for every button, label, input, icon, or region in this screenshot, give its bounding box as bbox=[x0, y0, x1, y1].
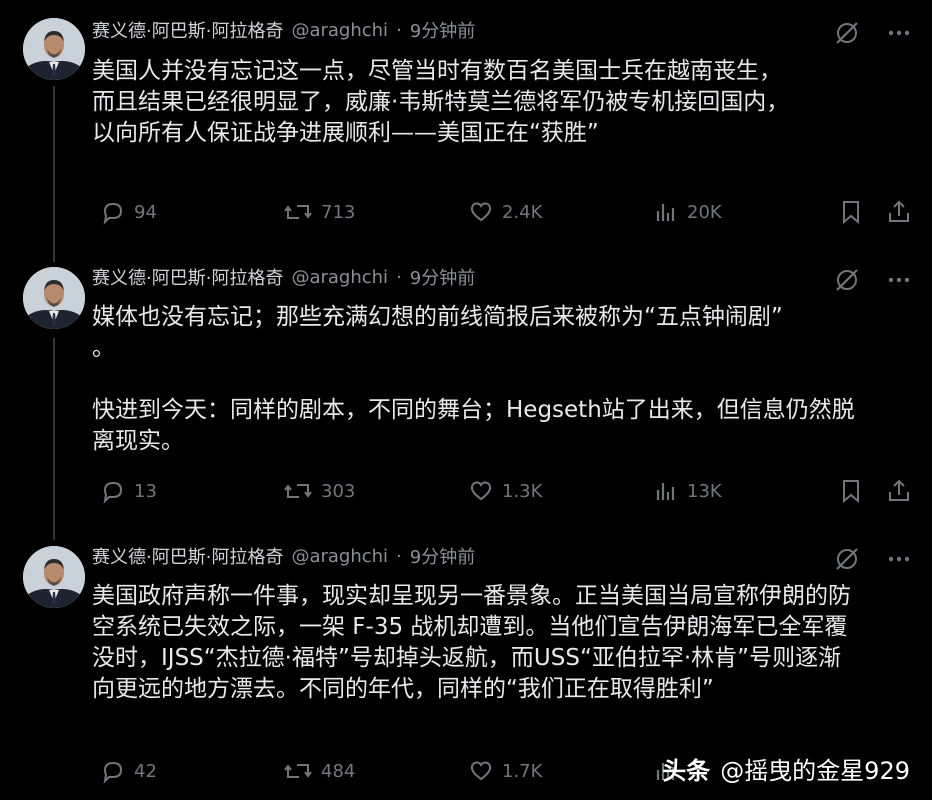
action-bar: 13 303 1.3K 13K bbox=[100, 478, 912, 508]
reply-count: 42 bbox=[134, 760, 157, 782]
tweet-text: 美国人并没有忘记这一点，尽管当时有数百名美国士兵在越南丧生， 而且结果已经很明显… bbox=[92, 58, 790, 146]
bookmark-button[interactable] bbox=[838, 478, 864, 504]
watermark: 头条 @摇曳的金星929 bbox=[662, 751, 910, 786]
more-icon[interactable] bbox=[886, 546, 912, 576]
repost-count: 713 bbox=[321, 201, 356, 223]
like-button[interactable]: 1.3K bbox=[468, 478, 542, 504]
views-button[interactable]: 13K bbox=[653, 478, 722, 504]
repost-count: 484 bbox=[321, 760, 356, 782]
bookmark-icon bbox=[843, 480, 859, 504]
more-icon[interactable] bbox=[886, 20, 912, 50]
like-icon bbox=[470, 202, 492, 222]
like-button[interactable]: 1.7K bbox=[468, 758, 542, 784]
tweet-top-icons bbox=[834, 20, 912, 50]
grok-icon[interactable] bbox=[834, 267, 860, 297]
repost-icon bbox=[284, 205, 312, 219]
watermark-account: @摇曳的金星929 bbox=[720, 757, 910, 785]
like-count: 1.3K bbox=[502, 480, 543, 502]
repost-button[interactable]: 303 bbox=[283, 478, 355, 504]
share-icon bbox=[889, 479, 909, 501]
reply-button[interactable]: 42 bbox=[100, 758, 157, 784]
watermark-brand: 头条 bbox=[662, 757, 711, 785]
like-count: 2.4K bbox=[502, 201, 543, 223]
views-count: 13K bbox=[687, 480, 722, 502]
views-count: 20K bbox=[687, 201, 722, 223]
reply-button[interactable]: 94 bbox=[100, 199, 157, 225]
author-handle[interactable]: @araghchi bbox=[291, 20, 388, 41]
like-icon bbox=[470, 761, 492, 781]
tweet-text: 媒体也没有忘记；那些充满幻想的前线简报后来被称为“五点钟闹剧” 。 快进到今天：… bbox=[92, 304, 855, 454]
tweet-2[interactable]: 赛义德·阿巴斯·阿拉格奇 @araghchi · 9分钟前 媒体也没有忘记；那些… bbox=[0, 262, 932, 540]
repost-button[interactable]: 484 bbox=[283, 758, 355, 784]
separator-dot: · bbox=[396, 545, 402, 567]
timestamp[interactable]: 9分钟前 bbox=[410, 17, 475, 43]
tweet-header: 赛义德·阿巴斯·阿拉格奇 @araghchi · 9分钟前 bbox=[92, 262, 475, 292]
reply-count: 94 bbox=[134, 201, 157, 223]
bookmark-icon bbox=[843, 201, 859, 225]
avatar[interactable] bbox=[23, 267, 85, 329]
separator-dot: · bbox=[396, 266, 402, 288]
avatar[interactable] bbox=[23, 546, 85, 608]
action-bar: 94 713 2.4K 20K bbox=[100, 199, 912, 229]
share-icon bbox=[889, 200, 909, 222]
grok-icon[interactable] bbox=[834, 546, 860, 576]
reply-button[interactable]: 13 bbox=[100, 478, 157, 504]
like-count: 1.7K bbox=[502, 760, 543, 782]
share-button[interactable] bbox=[886, 478, 912, 504]
reply-count: 13 bbox=[134, 480, 157, 502]
tweet-text: 美国政府声称一件事，现实却呈现另一番景象。正当美国当局宣称伊朗的防 空系统已失效… bbox=[92, 583, 851, 702]
repost-icon bbox=[284, 484, 312, 498]
tweet-header: 赛义德·阿巴斯·阿拉格奇 @araghchi · 9分钟前 bbox=[92, 15, 475, 45]
reply-icon bbox=[103, 481, 123, 504]
repost-icon bbox=[284, 764, 312, 778]
like-icon bbox=[470, 481, 492, 501]
author-name[interactable]: 赛义德·阿巴斯·阿拉格奇 bbox=[92, 543, 283, 569]
author-handle[interactable]: @araghchi bbox=[291, 267, 388, 288]
timestamp[interactable]: 9分钟前 bbox=[410, 264, 475, 290]
grok-icon[interactable] bbox=[834, 20, 860, 50]
author-name[interactable]: 赛义德·阿巴斯·阿拉格奇 bbox=[92, 264, 283, 290]
timestamp[interactable]: 9分钟前 bbox=[410, 543, 475, 569]
tweet-header: 赛义德·阿巴斯·阿拉格奇 @araghchi · 9分钟前 bbox=[92, 541, 475, 571]
avatar[interactable] bbox=[23, 18, 85, 80]
like-button[interactable]: 2.4K bbox=[468, 199, 542, 225]
repost-count: 303 bbox=[321, 480, 356, 502]
bookmark-button[interactable] bbox=[838, 199, 864, 225]
separator-dot: · bbox=[396, 19, 402, 41]
views-icon bbox=[656, 483, 675, 500]
repost-button[interactable]: 713 bbox=[283, 199, 355, 225]
views-icon bbox=[656, 204, 675, 221]
tweet-1[interactable]: 赛义德·阿巴斯·阿拉格奇 @araghchi · 9分钟前 美国人并没有忘记这一… bbox=[0, 0, 932, 262]
reply-icon bbox=[103, 761, 123, 784]
share-button[interactable] bbox=[886, 199, 912, 225]
more-icon[interactable] bbox=[886, 267, 912, 297]
tweet-top-icons bbox=[834, 267, 912, 297]
author-name[interactable]: 赛义德·阿巴斯·阿拉格奇 bbox=[92, 17, 283, 43]
views-button[interactable]: 20K bbox=[653, 199, 722, 225]
tweet-top-icons bbox=[834, 546, 912, 576]
author-handle[interactable]: @araghchi bbox=[291, 546, 388, 567]
reply-icon bbox=[103, 202, 123, 225]
